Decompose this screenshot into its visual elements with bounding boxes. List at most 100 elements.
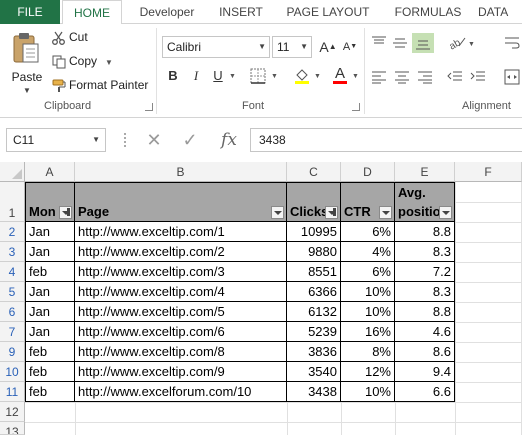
cell-page[interactable]: http://www.exceltip.com/4 (75, 282, 287, 302)
cell-clicks[interactable]: 6132 (287, 302, 341, 322)
cell-ctr[interactable]: 12% (341, 362, 395, 382)
column-header-f[interactable]: F (455, 162, 522, 182)
borders-button[interactable] (248, 66, 268, 86)
cell-avg-position[interactable]: 7.2 (395, 262, 455, 282)
column-header-c[interactable]: C (287, 162, 341, 182)
orientation-icon[interactable]: ab (447, 34, 467, 50)
cell-month[interactable]: Jan (25, 282, 75, 302)
cell-month[interactable]: Jan (25, 222, 75, 242)
cell-month[interactable]: Jan (25, 302, 75, 322)
grow-font-button[interactable]: A▲ (318, 37, 338, 57)
cell-clicks[interactable]: 3540 (287, 362, 341, 382)
column-header-e[interactable]: E (395, 162, 455, 182)
cell-page[interactable]: http://www.exceltip.com/9 (75, 362, 287, 382)
column-header-b[interactable]: B (75, 162, 287, 182)
align-bottom-button[interactable] (412, 33, 434, 53)
merge-center-icon[interactable] (504, 68, 520, 86)
insert-function-button[interactable]: fx (216, 128, 242, 152)
row-header[interactable]: 6 (0, 302, 25, 322)
cell-ctr[interactable]: 16% (341, 322, 395, 342)
chevron-down-icon[interactable]: ▼ (271, 73, 278, 80)
cell-ctr[interactable]: 10% (341, 302, 395, 322)
cell-month[interactable]: feb (25, 382, 75, 402)
tab-insert[interactable]: INSERT (212, 0, 270, 24)
cell-clicks[interactable]: 3438 (287, 382, 341, 402)
cell-clicks[interactable]: 5239 (287, 322, 341, 342)
fill-color-button[interactable] (292, 66, 312, 86)
shrink-font-button[interactable]: A▼ (340, 37, 360, 57)
align-right-icon[interactable] (417, 70, 433, 84)
cell-month[interactable]: feb (25, 262, 75, 282)
filter-dropdown-icon[interactable] (59, 206, 72, 219)
align-left-icon[interactable] (371, 70, 387, 84)
cell-month[interactable]: Jan (25, 242, 75, 262)
copy-button[interactable]: Copy ▼ (52, 52, 113, 70)
tab-developer[interactable]: Developer (128, 0, 206, 24)
paste-button[interactable]: Paste ▼ (6, 30, 48, 95)
cell-page[interactable]: http://www.excelforum.com/10 (75, 382, 287, 402)
header-cell-page[interactable]: Page (75, 182, 287, 222)
chevron-down-icon[interactable]: ▼ (352, 73, 359, 80)
cell-page[interactable]: http://www.exceltip.com/5 (75, 302, 287, 322)
tab-data[interactable]: DATA (478, 0, 522, 24)
cell-clicks[interactable]: 8551 (287, 262, 341, 282)
cell-clicks[interactable]: 10995 (287, 222, 341, 242)
formula-bar-splitter[interactable] (124, 133, 126, 147)
row-header[interactable]: 1 (0, 182, 25, 222)
row-header[interactable]: 12 (0, 402, 25, 422)
tab-home[interactable]: HOME (62, 0, 122, 25)
tab-file[interactable]: FILE (0, 0, 60, 24)
cell-month[interactable]: Jan (25, 322, 75, 342)
row-header[interactable]: 9 (0, 342, 25, 362)
formula-input[interactable]: 3438 (250, 128, 522, 152)
cell-ctr[interactable]: 8% (341, 342, 395, 362)
italic-button[interactable]: I (186, 66, 206, 86)
cell-page[interactable]: http://www.exceltip.com/6 (75, 322, 287, 342)
header-cell-month[interactable]: Mon (25, 182, 75, 222)
chevron-down-icon[interactable]: ▼ (229, 73, 236, 80)
filter-dropdown-icon[interactable] (439, 206, 452, 219)
cell-avg-position[interactable]: 4.6 (395, 322, 455, 342)
header-cell-clicks[interactable]: Clicks (287, 182, 341, 222)
cell-avg-position[interactable]: 9.4 (395, 362, 455, 382)
filter-dropdown-icon[interactable] (379, 206, 392, 219)
decrease-indent-icon[interactable] (447, 70, 463, 84)
cell-month[interactable]: feb (25, 342, 75, 362)
cell-month[interactable]: feb (25, 362, 75, 382)
increase-indent-icon[interactable] (470, 70, 486, 84)
row-header[interactable]: 3 (0, 242, 25, 262)
cell-avg-position[interactable]: 8.8 (395, 302, 455, 322)
cell-page[interactable]: http://www.exceltip.com/1 (75, 222, 287, 242)
filter-dropdown-icon[interactable] (325, 206, 338, 219)
row-header[interactable]: 4 (0, 262, 25, 282)
chevron-down-icon[interactable]: ▼ (23, 86, 31, 95)
header-cell-ctr[interactable]: CTR (341, 182, 395, 222)
format-painter-button[interactable]: Format Painter (52, 76, 148, 94)
tab-page-layout[interactable]: PAGE LAYOUT (278, 0, 378, 24)
row-header[interactable]: 10 (0, 362, 25, 382)
chevron-down-icon[interactable]: ▼ (314, 73, 321, 80)
tab-formulas[interactable]: FORMULAS (386, 0, 470, 24)
cell-avg-position[interactable]: 6.6 (395, 382, 455, 402)
row-header[interactable]: 13 (0, 422, 25, 435)
cell-ctr[interactable]: 6% (341, 262, 395, 282)
column-header-a[interactable]: A (25, 162, 75, 182)
wrap-text-icon[interactable] (504, 36, 520, 50)
cell-ctr[interactable]: 6% (341, 222, 395, 242)
enter-checkmark-icon[interactable]: ✓ (178, 128, 202, 152)
name-box[interactable]: C11 ▼ (6, 128, 106, 152)
underline-button[interactable]: U (208, 66, 228, 86)
chevron-down-icon[interactable]: ▼ (105, 58, 113, 67)
align-center-icon[interactable] (394, 70, 410, 84)
font-color-button[interactable]: A (330, 64, 350, 84)
cell-avg-position[interactable]: 8.6 (395, 342, 455, 362)
clipboard-launcher-icon[interactable] (145, 103, 153, 111)
cell-ctr[interactable]: 10% (341, 282, 395, 302)
cell-ctr[interactable]: 4% (341, 242, 395, 262)
font-size-select[interactable]: 11 ▼ (272, 36, 312, 58)
cell-page[interactable]: http://www.exceltip.com/2 (75, 242, 287, 262)
cell-avg-position[interactable]: 8.3 (395, 282, 455, 302)
select-all-button[interactable] (0, 162, 25, 182)
cut-button[interactable]: Cut (52, 28, 88, 46)
cell-page[interactable]: http://www.exceltip.com/3 (75, 262, 287, 282)
